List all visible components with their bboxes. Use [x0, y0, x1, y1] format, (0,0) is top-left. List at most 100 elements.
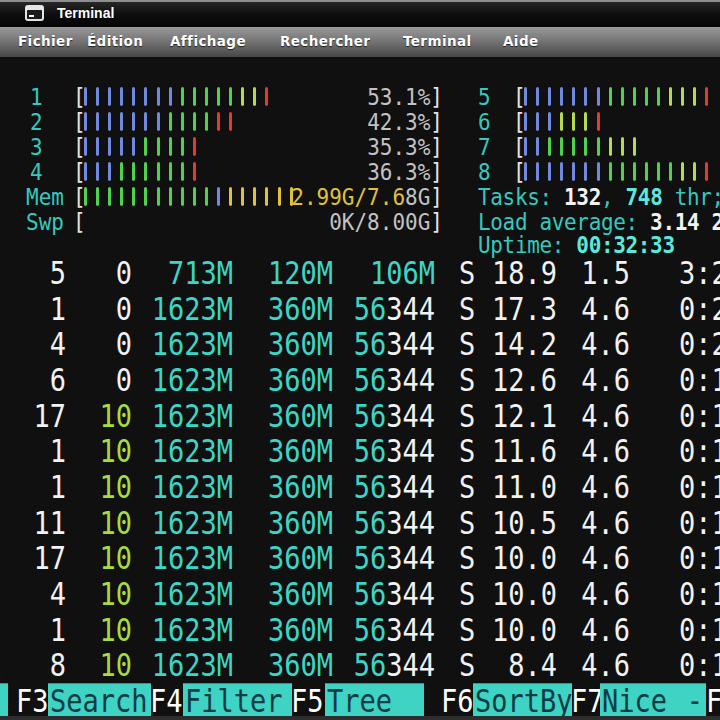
bar-pipe [597, 137, 600, 156]
process-row[interactable]: 4101623M360M56344S10.04.60:1 [0, 576, 720, 612]
process-row[interactable]: 11101623M360M56344S10.54.60:1 [0, 505, 720, 541]
cell-virt: 1623M [127, 362, 233, 398]
bar-pipe [633, 87, 636, 106]
process-row[interactable]: 17101623M360M56344S12.14.60:1 [0, 398, 720, 434]
cell-shr-low: 344 [386, 396, 435, 433]
cell-res: 360M [227, 540, 333, 576]
process-row[interactable]: 1101623M360M56344S11.04.60:1 [0, 469, 720, 505]
cell-mem: 4.6 [524, 469, 630, 505]
fnkey-f8[interactable]: F8 [706, 683, 720, 718]
fnkey-f7[interactable]: F7 [571, 683, 604, 718]
window-title: Terminal [57, 5, 114, 21]
bar-pipe [536, 112, 539, 131]
bar-pipe [705, 162, 708, 181]
cell-res: 360M [227, 433, 333, 469]
bar-pipe [681, 87, 684, 106]
title-bar[interactable]: Terminal [0, 0, 720, 27]
menu-item-fichier[interactable]: Fichier [18, 27, 73, 55]
cell-shr-high: 56 [354, 539, 387, 576]
cell-time: 3:2 [679, 255, 720, 291]
cell-shr: 56344 [329, 362, 435, 398]
cell-mem: 4.6 [524, 398, 630, 434]
process-row[interactable]: 17101623M360M56344S10.04.60:1 [0, 540, 720, 576]
process-row[interactable]: 50713M120M106MS18.91.53:2 [0, 255, 720, 291]
menu-item-affichage[interactable]: Affichage [170, 27, 246, 55]
cell-res: 120M [227, 255, 333, 291]
cell-shr-high: 56 [354, 575, 387, 612]
cell-shr-high: 56 [354, 646, 387, 683]
cell-res: 360M [227, 505, 333, 541]
fnkey-f4[interactable]: F4 [150, 683, 183, 718]
bar-pipe [560, 112, 563, 131]
cell-shr-low: 344 [386, 646, 435, 683]
bar-pipe [560, 162, 563, 181]
fnkey-lead-block [0, 683, 8, 718]
cell-shr-high: 56 [354, 396, 387, 433]
cell-ni: 10 [26, 505, 132, 541]
meter-line-8: 8[ [0, 160, 720, 185]
menu-item-aide[interactable]: Aide [503, 27, 539, 55]
bar-pipe [524, 87, 527, 106]
menu-item-terminal[interactable]: Terminal [403, 27, 471, 55]
fnkey-f5-label[interactable]: Tree [325, 683, 424, 718]
8-bar [524, 162, 718, 181]
cell-shr-high: 56 [354, 325, 387, 362]
cell-shr: 56344 [329, 612, 435, 648]
cell-time: 0:1 [679, 433, 720, 469]
process-row[interactable]: 401623M360M56344S14.24.60:2 [0, 326, 720, 362]
fnkey-label-dash: - [687, 683, 703, 718]
bar-pipe [609, 87, 612, 106]
cell-virt: 1623M [127, 469, 233, 505]
bar-pipe [572, 87, 575, 106]
process-row[interactable]: 601623M360M56344S12.64.60:1 [0, 362, 720, 398]
5-bar [524, 87, 718, 106]
meter-label: 6 [478, 110, 491, 135]
menu-item-dition[interactable]: Édition [87, 27, 143, 55]
fnkey-f3-label[interactable]: Search [48, 683, 151, 718]
bar-pipe [597, 162, 600, 181]
cell-shr-high: 56 [354, 361, 387, 398]
fnkey-f5[interactable]: F5 [291, 683, 324, 718]
fnkey-f7-label[interactable]: Nice- [600, 683, 706, 718]
cell-shr: 56344 [329, 433, 435, 469]
cell-mem: 4.6 [524, 647, 630, 683]
cell-shr: 56344 [329, 398, 435, 434]
cell-mem: 4.6 [524, 433, 630, 469]
process-row[interactable]: 1101623M360M56344S10.04.60:1 [0, 612, 720, 648]
bar-pipe [657, 87, 660, 106]
terminal-content: 1[53.1%]2[42.3%]3[35.3%]4[36.3%]Mem[2.99… [0, 57, 720, 720]
cell-mem: 4.6 [524, 540, 630, 576]
cell-ni: 10 [26, 469, 132, 505]
process-row[interactable]: 1101623M360M56344S11.64.60:1 [0, 433, 720, 469]
cell-shr-high: 56 [354, 432, 387, 469]
bar-pipe [645, 87, 648, 106]
cell-virt: 1623M [127, 540, 233, 576]
bar-pipe [524, 137, 527, 156]
fnkey-f3[interactable]: F3 [16, 683, 49, 718]
cell-virt: 1623M [127, 398, 233, 434]
process-row[interactable]: 101623M360M56344S17.34.60:2 [0, 291, 720, 327]
cell-shr-low: 344 [386, 468, 435, 505]
bar-pipe [621, 162, 624, 181]
bar-pipe [597, 112, 600, 131]
cell-mem: 4.6 [524, 576, 630, 612]
cell-shr-low: 344 [386, 539, 435, 576]
cell-virt: 1623M [127, 291, 233, 327]
bar-pipe [669, 162, 672, 181]
cell-shr: 56344 [329, 505, 435, 541]
cell-ni: 10 [26, 433, 132, 469]
cell-shr-high: 56 [354, 289, 387, 326]
fnkey-f6[interactable]: F6 [441, 683, 474, 718]
cell-shr-high: 56 [354, 503, 387, 540]
bar-pipe [548, 112, 551, 131]
bar-pipe [609, 137, 612, 156]
window-bottom-edge [0, 716, 720, 720]
process-row[interactable]: 8101623M360M56344S8.44.60:1 [0, 647, 720, 683]
cell-res: 360M [227, 291, 333, 327]
menu-item-rechercher[interactable]: Rechercher [280, 27, 370, 55]
cell-res: 360M [227, 362, 333, 398]
terminal-icon [25, 5, 44, 21]
bar-pipe [657, 162, 660, 181]
fnkey-f4-label[interactable]: Filter [183, 683, 292, 718]
fnkey-f6-label[interactable]: SortBy [473, 683, 572, 718]
